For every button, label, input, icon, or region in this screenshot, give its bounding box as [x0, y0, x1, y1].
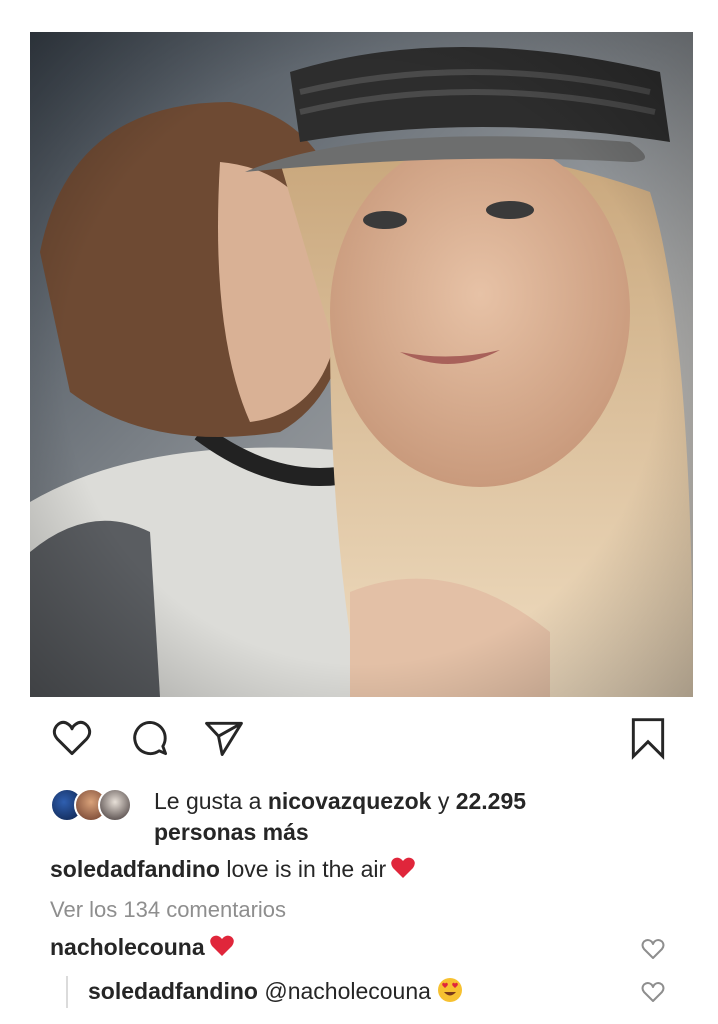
caption-text: love is in the air [226, 856, 387, 882]
likes-text[interactable]: Le gusta a nicovazquezok y 22.295 person… [154, 786, 674, 848]
paper-plane-icon [205, 721, 243, 756]
bookmark-icon [631, 718, 665, 760]
view-all-comments-link[interactable]: Ver los 134 comentarios [50, 896, 286, 924]
likes-prefix: Le gusta a [154, 788, 262, 814]
likes-connector: y [437, 788, 450, 814]
share-button[interactable] [198, 712, 250, 764]
caption-username[interactable]: soledadfandino [50, 856, 220, 882]
comment-reply-item: soledadfandino @nacholecouna [88, 976, 463, 1006]
comment-button[interactable] [124, 712, 176, 764]
likes-count[interactable]: 22.295 [456, 788, 526, 814]
likes-suffix[interactable]: personas más [154, 819, 309, 845]
save-button[interactable] [622, 712, 674, 764]
post-photo-image [30, 32, 693, 697]
reply-mention[interactable]: @nacholecouna [264, 978, 431, 1004]
red-heart-emoji-icon [391, 857, 415, 878]
post-caption: soledadfandino love is in the air [50, 854, 416, 884]
red-heart-emoji-icon [209, 935, 234, 956]
likes-user-link[interactable]: nicovazquezok [268, 788, 432, 814]
speech-bubble-icon [133, 720, 168, 756]
reply-indent-line [66, 976, 68, 1008]
post-photo[interactable] [30, 32, 693, 697]
comment-item: nacholecouna [50, 932, 235, 962]
reply-like-heart-icon[interactable] [640, 980, 666, 1004]
avatar [98, 788, 132, 822]
comment-username[interactable]: nacholecouna [50, 934, 205, 960]
like-button[interactable] [46, 712, 98, 764]
heart-outline-icon [52, 720, 92, 756]
post-action-bar [30, 712, 693, 772]
liker-avatars[interactable] [50, 788, 150, 824]
heart-eyes-emoji-icon [437, 978, 462, 1002]
comment-like-heart-icon[interactable] [640, 937, 666, 961]
reply-username[interactable]: soledadfandino [88, 978, 258, 1004]
